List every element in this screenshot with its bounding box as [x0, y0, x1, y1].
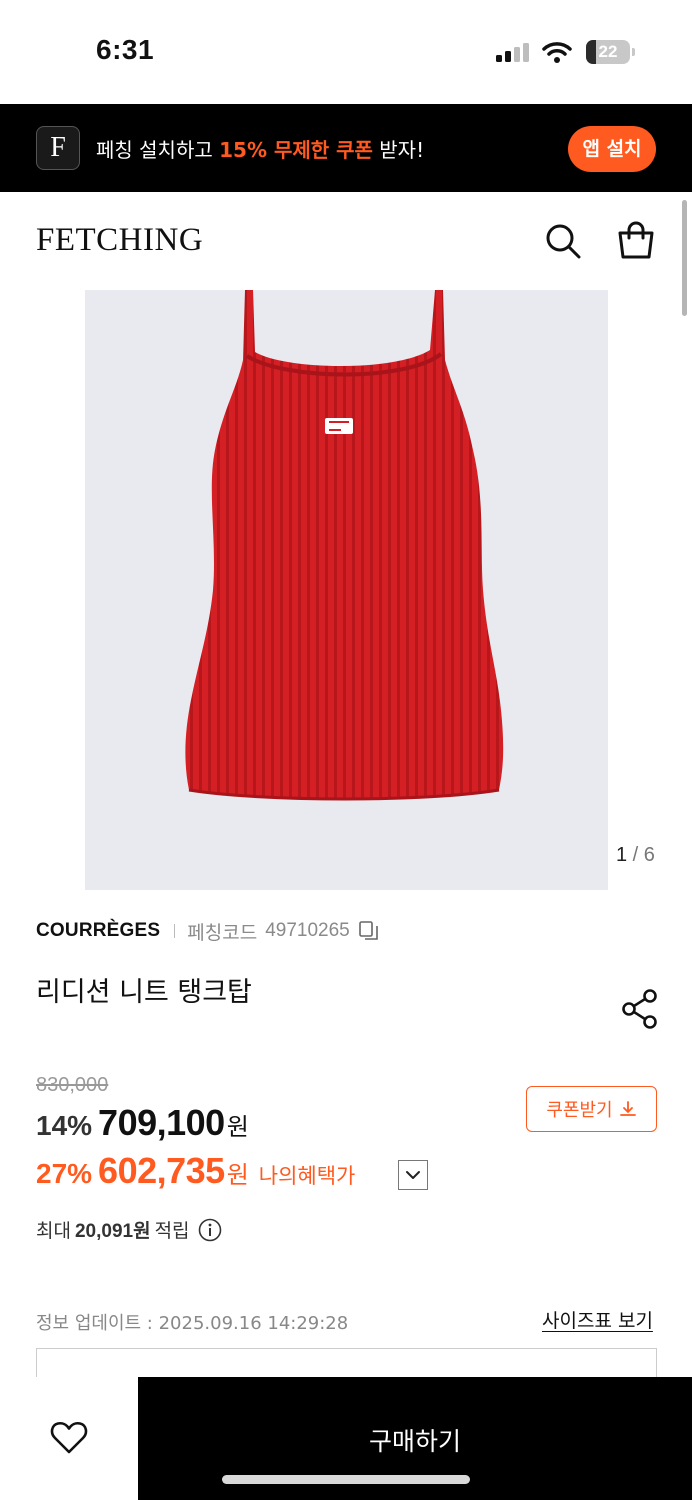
chevron-down-icon	[406, 1171, 420, 1179]
update-timestamp: 정보 업데이트 : 2025.09.16 14:29:28	[36, 1313, 349, 1334]
benefit-details-toggle[interactable]	[398, 1160, 428, 1190]
discount-rate: 14%	[36, 1110, 93, 1141]
wifi-icon	[542, 42, 572, 63]
brand-row: COURRÈGES 페칭코드 49710265	[36, 918, 380, 944]
size-chart-link[interactable]: 사이즈표 보기	[542, 1306, 653, 1333]
benefit-price: 602,735	[98, 1150, 225, 1191]
points-value: 20,091원	[74, 1221, 151, 1242]
app-install-banner: F 페칭 설치하고 15% 무제한 쿠폰 받자! 앱 설치	[0, 104, 692, 192]
sale-price: 709,100	[98, 1102, 225, 1143]
red-knit-tank-top-image	[185, 290, 504, 801]
divider	[174, 924, 176, 938]
promo-text-end: 받자!	[372, 138, 425, 162]
benefit-currency-unit: 원	[226, 1161, 249, 1189]
benefit-price-label: 나의혜택가	[258, 1164, 356, 1188]
product-code: 49710265	[265, 920, 350, 941]
image-counter-total: 6	[643, 844, 655, 866]
reward-points: 최대 20,091원 적립	[36, 1216, 222, 1243]
copy-icon[interactable]	[358, 920, 380, 942]
currency-unit: 원	[226, 1113, 249, 1141]
sale-price-row: 14% 709,100 원	[36, 1102, 249, 1144]
wishlist-button[interactable]	[0, 1377, 138, 1500]
get-coupon-label: 쿠폰받기	[546, 1100, 613, 1121]
home-indicator[interactable]	[222, 1475, 470, 1484]
download-icon	[619, 1101, 636, 1116]
search-icon[interactable]	[544, 222, 582, 260]
promo-highlight: 15% 무제한 쿠폰	[219, 138, 373, 162]
install-app-button[interactable]: 앱 설치	[568, 126, 656, 172]
image-counter: 1 / 6	[616, 844, 655, 867]
site-logo[interactable]: FETCHING	[36, 222, 203, 259]
battery-level-text: 22	[598, 42, 618, 61]
info-icon[interactable]	[198, 1218, 222, 1242]
product-code-label: 페칭코드	[187, 921, 258, 944]
status-bar: 6:31 22	[0, 0, 692, 104]
cellular-signal-icon	[496, 43, 529, 62]
benefit-discount-rate: 27%	[36, 1158, 93, 1189]
points-prefix: 최대	[36, 1220, 71, 1242]
heart-icon	[50, 1421, 88, 1454]
original-price: 830,000	[36, 1074, 109, 1096]
brand-name[interactable]: COURRÈGES	[36, 920, 160, 942]
benefit-price-row: 27% 602,735 원 나의혜택가	[36, 1150, 355, 1192]
shopping-bag-icon[interactable]	[616, 220, 656, 260]
product-image[interactable]	[85, 290, 608, 890]
status-time: 6:31	[96, 34, 155, 65]
get-coupon-button[interactable]: 쿠폰받기	[526, 1086, 657, 1132]
share-icon[interactable]	[620, 988, 660, 1030]
battery-icon: 22	[586, 40, 635, 64]
image-counter-separator: /	[627, 844, 644, 866]
promo-text-start: 페칭 설치하고	[96, 138, 220, 162]
image-counter-current: 1	[616, 844, 628, 866]
page-scrollbar[interactable]	[682, 200, 687, 316]
product-title: 리디션 니트 탱크탑	[36, 977, 252, 1008]
promo-text: 페칭 설치하고 15% 무제한 쿠폰 받자!	[96, 134, 424, 163]
points-suffix: 적립	[154, 1220, 190, 1242]
fetching-app-logo: F	[36, 126, 80, 170]
site-header: FETCHING	[0, 192, 692, 290]
